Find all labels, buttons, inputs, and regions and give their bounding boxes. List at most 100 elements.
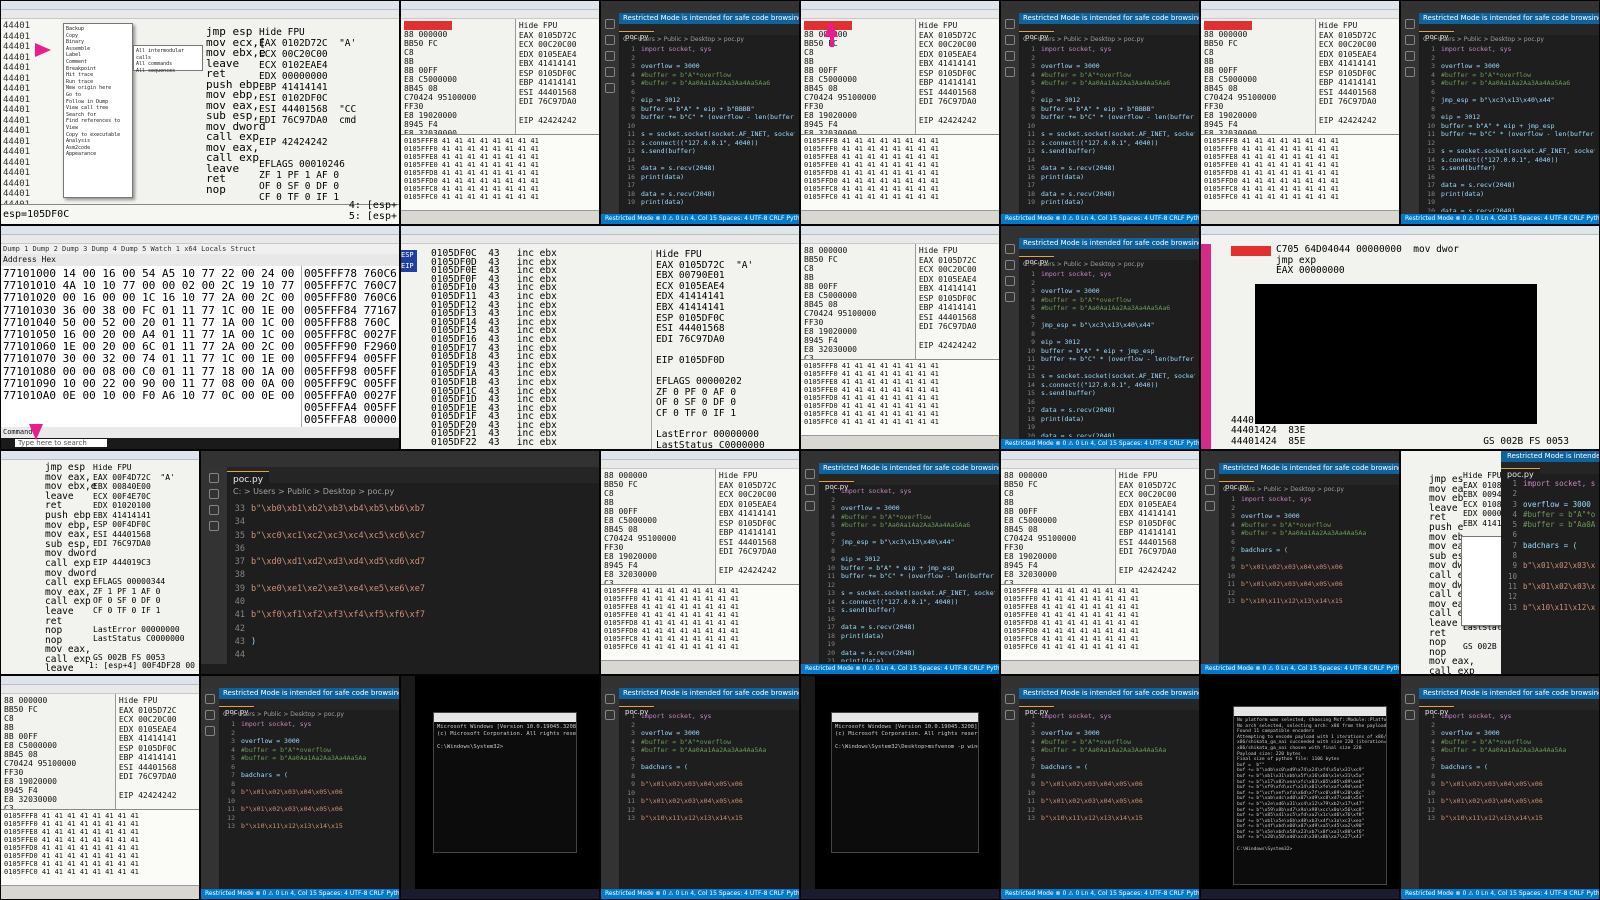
code-line: 1 import socket, sys	[1421, 45, 1595, 54]
windows-taskbar: Type here to search	[1, 438, 399, 449]
line-number: 7	[1031, 763, 1035, 771]
line-number: 5	[631, 746, 635, 754]
code-text: #buffer = b"Aa0Aa1Aa2Aa3Aa4Aa5Aa6	[641, 79, 771, 87]
search-icon[interactable]	[1005, 260, 1015, 270]
line-number: 1	[1031, 45, 1035, 53]
search-box[interactable]: Type here to search	[15, 439, 107, 447]
window-titlebar	[1401, 1, 1599, 13]
explorer-icon[interactable]	[605, 694, 615, 704]
status-bar: Restricted Mode ⊗ 0 ⚠ 0 Ln 4, Col 15 Spa…	[1401, 214, 1599, 224]
code-text: b"\x01\x02\x03\x04\x05\x06	[641, 780, 743, 788]
cmd-window[interactable]: No platform was selected, choosing Msf::…	[1233, 706, 1387, 885]
code-text: import socket, sys	[641, 45, 712, 53]
search-icon[interactable]	[605, 710, 615, 720]
restricted-mode-banner[interactable]: Restricted Mode is intended for safe cod…	[1001, 13, 1199, 24]
search-icon[interactable]	[205, 710, 215, 720]
code-editor[interactable]: 1 import socket, sys 23 overflow = 3000 4 #bu…	[1021, 712, 1195, 887]
restricted-mode-banner[interactable]: Restricted Mode is intended for safe cod…	[801, 463, 999, 474]
code-text: b"\x10\x11\x12\x13\x14\x15	[1523, 602, 1595, 612]
status-bar: Restricted Mode ⊗ 0 ⚠ 0 Ln 4, Col 15 Spa…	[801, 664, 999, 674]
line-number: 4	[1512, 509, 1517, 519]
source-control-icon[interactable]	[205, 726, 215, 736]
code-line: 1 import socket, sys	[1503, 479, 1595, 489]
source-control-icon[interactable]	[1205, 501, 1215, 511]
source-control-icon[interactable]	[805, 501, 815, 511]
source-control-icon[interactable]	[1005, 276, 1015, 286]
line-number: 3	[631, 729, 635, 737]
source-control-icon[interactable]	[1005, 51, 1015, 61]
dump-tabs[interactable]: Dump 1 Dump 2 Dump 3 Dump 4 Dump 5 Watch…	[1, 244, 399, 254]
extensions-icon[interactable]	[605, 83, 615, 93]
cmd-window[interactable]: Microsoft Windows [Version 10.0.19045.32…	[831, 712, 979, 853]
restricted-mode-banner[interactable]: Restricted Mode is intended for safe cod…	[1001, 238, 1199, 249]
code-editor[interactable]: 1 import socket, sys 23 overflow = 3000 4 #bu…	[1421, 712, 1595, 887]
window-titlebar	[1001, 1, 1199, 13]
code-line: 9 eip = 3012	[1421, 113, 1595, 122]
code-line: 7 jmp_esp = b"\xc3\x13\x40\x44"	[1421, 96, 1595, 105]
line-number: 2	[831, 495, 835, 504]
run-debug-icon[interactable]	[1005, 292, 1015, 302]
search-icon[interactable]	[605, 35, 615, 45]
code-text: s = socket.socket(socket.AF_INET, socket…	[1041, 130, 1195, 138]
search-icon[interactable]	[209, 489, 219, 499]
search-icon[interactable]	[1205, 485, 1215, 495]
code-editor[interactable]: 1 import socket, sys 23 overflow = 3000 4 #bu…	[1421, 45, 1595, 212]
explorer-icon[interactable]	[1005, 19, 1015, 29]
line-number: 42	[234, 623, 245, 634]
code-line: 6	[1421, 755, 1595, 764]
restricted-mode-banner[interactable]: Restricted Mode is intended for safe cod…	[1201, 463, 1399, 474]
explorer-icon[interactable]	[1405, 694, 1415, 704]
code-editor[interactable]: 1 import socket, sys 23 overflow = 3000 4 #bu…	[621, 712, 795, 887]
explorer-icon[interactable]	[1005, 694, 1015, 704]
code-editor[interactable]: 1 import socket, sys 23 overflow = 3000 4 #bu…	[1021, 45, 1195, 212]
code-line: 39 b"\xe0\xe1\xe2\xe3\xe4\xe5\xe6\xe7	[231, 583, 595, 596]
run-debug-icon[interactable]	[1005, 67, 1015, 77]
explorer-icon[interactable]	[209, 473, 219, 483]
code-editor[interactable]: 33 b"\xb0\xb1\xb2\xb3\xb4\xb5\xb6\xb7 34 35…	[231, 503, 595, 662]
code-line: 11 b"\x01\x02\x03\x04\x05\x06	[1021, 797, 1195, 806]
source-control-icon[interactable]	[605, 51, 615, 61]
code-lines: 1 import socket, sys 23 overflow = 3000 4 #bu…	[621, 45, 795, 207]
restricted-mode-banner[interactable]: Restricted Mode is intended for safe cod…	[1501, 451, 1599, 462]
code-editor[interactable]: 1 import socket, sys 23 overflow = 3000 4 #bu…	[1021, 270, 1195, 437]
explorer-icon[interactable]	[805, 469, 815, 479]
explorer-icon[interactable]	[1205, 469, 1215, 479]
code-editor[interactable]: 1 import socket, sys 23 overflow = 3000 4 #bu…	[1503, 479, 1595, 662]
restricted-mode-banner[interactable]: Restricted Mode is intended for safe cod…	[201, 688, 399, 699]
restricted-mode-banner[interactable]: Restricted Mode is intended for safe cod…	[1401, 688, 1599, 699]
tab-poc-py[interactable]: poc.py	[227, 471, 270, 487]
explorer-icon[interactable]	[205, 694, 215, 704]
code-line: 4 #buffer = b"A"*overflow	[1421, 71, 1595, 80]
search-icon[interactable]	[1405, 35, 1415, 45]
code-text: overflow = 3000	[841, 504, 900, 512]
restricted-mode-banner[interactable]: Restricted Mode is intended for safe cod…	[601, 688, 799, 699]
run-debug-icon[interactable]	[209, 521, 219, 531]
code-editor[interactable]: 1 import socket, sys 23 overflow = 3000 4 #bu…	[821, 487, 995, 662]
explorer-icon[interactable]	[1405, 19, 1415, 29]
context-menu[interactable]: Backup Copy Binary Assemble Label Commen…	[63, 23, 133, 198]
code-line: 17 data = s.recv(2048)	[1021, 406, 1195, 415]
code-text: b"\x01\x02\x03\x04\x05\x06	[241, 788, 343, 796]
search-icon[interactable]	[1405, 710, 1415, 720]
code-editor[interactable]: 1 import socket, sys 23 overflow = 3000 4 #bu…	[621, 45, 795, 212]
restricted-mode-banner[interactable]: Restricted Mode is intended for safe cod…	[1401, 13, 1599, 24]
code-editor[interactable]: 1 import socket, sys 23 overflow = 3000 4 #bu…	[221, 720, 395, 887]
restricted-mode-banner[interactable]: Restricted Mode is intended for safe cod…	[1001, 688, 1199, 699]
source-control-icon[interactable]	[209, 505, 219, 515]
context-submenu[interactable]: All intermodular calls All commands All se…	[133, 45, 203, 74]
restricted-mode-banner[interactable]: Restricted Mode is intended for safe cod…	[601, 13, 799, 24]
line-number: 8	[1031, 329, 1035, 338]
search-icon[interactable]	[1005, 710, 1015, 720]
run-debug-icon[interactable]	[1405, 67, 1415, 77]
command-bar[interactable]: Command	[1, 427, 399, 438]
code-text: eip = 3012	[1041, 338, 1081, 346]
explorer-icon[interactable]	[605, 19, 615, 29]
cmd-window[interactable]: Microsoft Windows [Version 10.0.19045.32…	[433, 712, 577, 853]
run-debug-icon[interactable]	[605, 67, 615, 77]
source-control-icon[interactable]	[1405, 51, 1415, 61]
explorer-icon[interactable]	[1005, 244, 1015, 254]
search-icon[interactable]	[1005, 35, 1015, 45]
search-icon[interactable]	[805, 485, 815, 495]
cmd-output: Microsoft Windows [Version 10.0.19045.32…	[437, 724, 576, 750]
code-editor[interactable]: 1 import socket, sys 23 overflow = 3000 4 #bu…	[1221, 495, 1395, 662]
